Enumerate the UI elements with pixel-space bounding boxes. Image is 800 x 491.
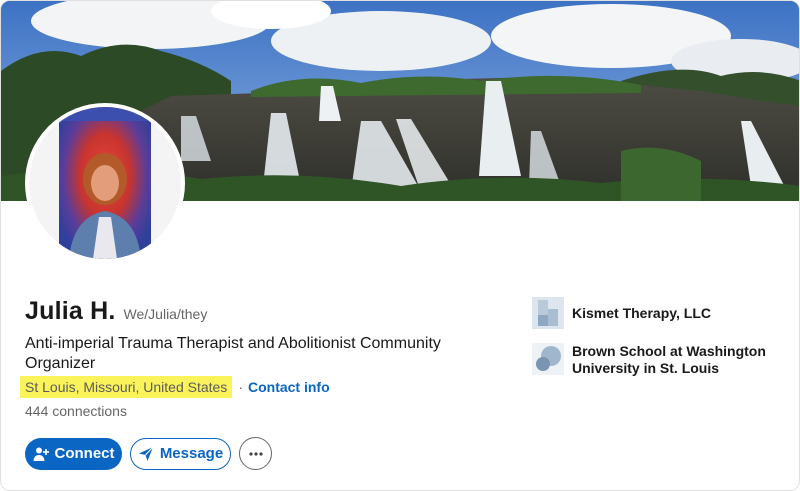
- experience-education-list: Kismet Therapy, LLC Brown School at Wash…: [532, 297, 792, 391]
- profile-actions: Connect Message: [25, 437, 272, 470]
- current-company-item[interactable]: Kismet Therapy, LLC: [532, 297, 792, 329]
- profile-location: St Louis, Missouri, United States: [20, 376, 233, 398]
- profile-headline: Anti-imperial Trauma Therapist and Aboli…: [25, 335, 441, 372]
- school-logo: [532, 343, 564, 375]
- school-icon: [532, 343, 564, 375]
- more-horizontal-icon: [248, 451, 263, 456]
- more-actions-button[interactable]: [239, 437, 272, 470]
- message-label: Message: [159, 445, 224, 462]
- building-icon: [532, 297, 564, 329]
- location-row: St Louis, Missouri, United States · Cont…: [20, 376, 330, 398]
- add-person-icon: [33, 447, 49, 461]
- profile-name: Julia H.: [25, 297, 116, 325]
- contact-info-link[interactable]: Contact info: [248, 379, 330, 395]
- profile-photo[interactable]: [25, 103, 185, 263]
- name-row: Julia H. We/Julia/they: [25, 297, 207, 326]
- person-portrait-image: [29, 107, 181, 259]
- company-name: Kismet Therapy, LLC: [572, 305, 711, 321]
- send-icon: [138, 446, 154, 461]
- company-logo: [532, 297, 564, 329]
- school-name: Brown School at Washington University in…: [572, 343, 766, 376]
- connect-label: Connect: [54, 445, 115, 462]
- profile-pronouns: We/Julia/they: [123, 306, 208, 322]
- connections-count[interactable]: 444 connections: [25, 403, 127, 419]
- profile-card: Julia H. We/Julia/they Anti-imperial Tra…: [0, 0, 800, 491]
- connect-button[interactable]: Connect: [25, 437, 122, 470]
- message-button[interactable]: Message: [130, 437, 231, 470]
- separator-dot: ·: [238, 379, 243, 395]
- education-item[interactable]: Brown School at Washington University in…: [532, 343, 792, 377]
